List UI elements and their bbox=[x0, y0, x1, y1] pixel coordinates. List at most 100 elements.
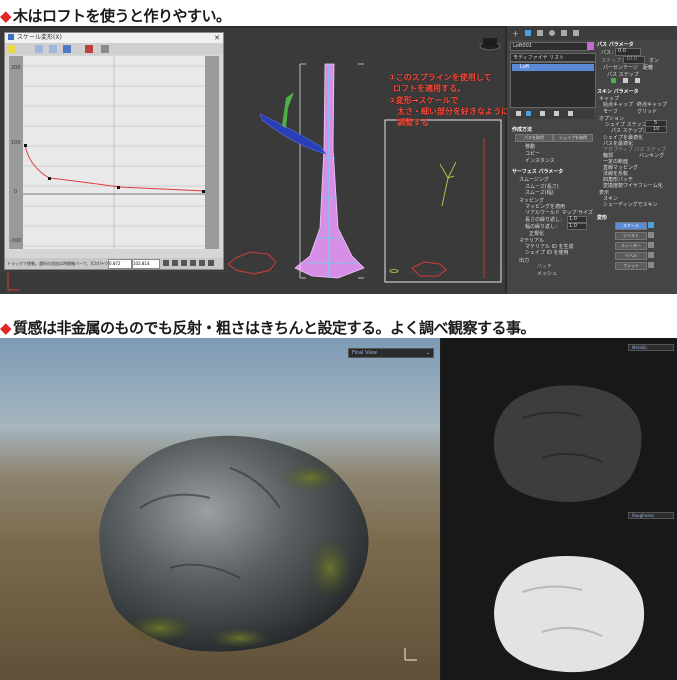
zoom-extents-icon[interactable] bbox=[172, 260, 178, 266]
fit-toggle-icon[interactable] bbox=[648, 262, 654, 268]
close-icon[interactable]: ✕ bbox=[214, 33, 220, 43]
point-x-field[interactable]: 0.872 bbox=[108, 259, 132, 269]
shading-skin-check[interactable]: シェーディングでスキン bbox=[603, 201, 658, 208]
bevel-deform-button[interactable]: ベベル bbox=[615, 252, 647, 260]
lock-icon[interactable] bbox=[8, 45, 16, 53]
patch-radio[interactable]: パッチ bbox=[537, 263, 552, 270]
channel-views: Metallic Roughness bbox=[442, 338, 677, 680]
prev-shape-icon[interactable] bbox=[623, 78, 628, 83]
green-branch-icon bbox=[282, 92, 294, 128]
top-heading: ◆ 木はロフトを使うと作りやすい。 bbox=[0, 5, 231, 26]
create-tab-icon[interactable]: ＋ bbox=[512, 29, 519, 39]
get-path-button[interactable]: パスを取得 bbox=[515, 134, 553, 142]
scale-toggle-icon[interactable] bbox=[648, 222, 654, 228]
snap-on-check[interactable]: オン bbox=[649, 57, 659, 64]
teeter-toggle-icon[interactable] bbox=[648, 242, 654, 248]
window-titlebar[interactable]: スケール変形(X) ✕ bbox=[5, 33, 223, 43]
object-color-swatch[interactable] bbox=[587, 42, 594, 50]
pin-stack-icon[interactable] bbox=[516, 111, 521, 116]
annotation-line-3: ②変形→スケールで bbox=[389, 96, 459, 105]
path-steps-value: 10 bbox=[653, 126, 660, 132]
deform-header[interactable]: 変形 bbox=[597, 214, 607, 221]
opt-check[interactable]: 変換度数ワイヤフレーム化 bbox=[603, 182, 663, 189]
utilities-tab-icon[interactable] bbox=[573, 30, 579, 36]
curve-graph[interactable]: 200 100 0 -100 bbox=[9, 56, 219, 249]
snap-field[interactable]: 10.0 bbox=[623, 56, 645, 64]
stack-item-loft[interactable]: Loft bbox=[512, 64, 594, 71]
distance-radio[interactable]: 距離 bbox=[643, 64, 653, 71]
insert-point-icon[interactable] bbox=[63, 45, 71, 53]
zoom-region-icon[interactable] bbox=[208, 260, 214, 266]
remove-modifier-icon[interactable] bbox=[554, 111, 559, 116]
zoom-vertical-icon[interactable] bbox=[190, 260, 196, 266]
show-end-result-icon[interactable] bbox=[526, 111, 531, 116]
delete-point-icon[interactable] bbox=[85, 45, 93, 53]
cap-start-check[interactable]: 始点キャップ bbox=[603, 101, 633, 108]
curve-point bbox=[48, 177, 51, 180]
copy-radio[interactable]: コピー bbox=[525, 150, 540, 157]
twist-toggle-icon[interactable] bbox=[648, 232, 654, 238]
pan-icon[interactable] bbox=[163, 260, 169, 266]
path-steps-field[interactable]: 10 bbox=[645, 126, 667, 133]
teeter-deform-button[interactable]: ティーター bbox=[615, 242, 647, 250]
loft-trunk-icon bbox=[294, 63, 365, 279]
viewer-mode-dropdown[interactable]: Final View ⌄ bbox=[348, 348, 434, 358]
next-shape-icon[interactable] bbox=[635, 78, 640, 83]
object-name-field[interactable]: Loft001 bbox=[510, 42, 589, 51]
pick-shape-icon[interactable] bbox=[611, 78, 616, 83]
diamond-bullet-icon: ◆ bbox=[0, 7, 12, 25]
normalize-check[interactable]: 正規化 bbox=[529, 230, 544, 237]
bottom-heading-text: 質感は非金属のものでも反射・粗さはきちんと設定する。よく調べ観察する事。 bbox=[13, 319, 536, 337]
grid-radio[interactable]: グリッド bbox=[637, 108, 657, 115]
width-repeat-field[interactable]: 1.0 bbox=[567, 223, 587, 230]
get-shape-button[interactable]: シェイプを取得 bbox=[553, 134, 593, 142]
modifier-stack[interactable]: Loft bbox=[510, 62, 596, 108]
hierarchy-tab-icon[interactable] bbox=[537, 30, 543, 36]
make-unique-icon[interactable] bbox=[540, 111, 545, 116]
axis-gizmo-icon bbox=[7, 272, 20, 291]
rock-render bbox=[99, 435, 417, 661]
mesh-radio[interactable]: メッシュ bbox=[537, 270, 557, 277]
zoom-icon[interactable] bbox=[199, 260, 205, 266]
modifier-list-dropdown[interactable]: モディファイヤ リスト bbox=[510, 53, 596, 62]
modify-tab-icon[interactable] bbox=[525, 30, 531, 36]
point-y-field[interactable]: 102.814 bbox=[132, 259, 160, 269]
metallic-preview bbox=[493, 385, 642, 502]
configure-sets-icon[interactable] bbox=[568, 111, 573, 116]
bevel-toggle-icon[interactable] bbox=[648, 252, 654, 258]
viewport[interactable]: ①このスプラインを使用して ロフトを適用する。 ②変形→スケールで 太さ・細い部… bbox=[0, 28, 509, 294]
twist-deform-button[interactable]: ツイスト bbox=[615, 232, 647, 240]
zoom-horizontal-icon[interactable] bbox=[181, 260, 187, 266]
path-steps-radio[interactable]: パス ステップ bbox=[607, 71, 639, 78]
viewcube-icon bbox=[479, 38, 501, 51]
move-radio[interactable]: 移動 bbox=[525, 143, 535, 150]
scale-deform-window[interactable]: スケール変形(X) ✕ 200 100 0 -100 ドラッグで移動。選択の追加… bbox=[4, 32, 224, 270]
path-params-header[interactable]: パス パラメータ bbox=[597, 41, 634, 48]
reset-curve-icon[interactable] bbox=[101, 45, 109, 53]
3d-viewport[interactable]: Final View ⌄ bbox=[0, 338, 440, 680]
morph-radio[interactable]: モーフ bbox=[603, 108, 618, 115]
motion-tab-icon[interactable] bbox=[549, 30, 555, 36]
path-field[interactable]: 0.0 bbox=[615, 48, 641, 56]
cap-end-check[interactable]: 終点キャップ bbox=[637, 101, 667, 108]
annotation-line-4: 太さ・細い部分を好きなように bbox=[397, 107, 509, 116]
path-label: パス： bbox=[601, 50, 617, 56]
fit-deform-button[interactable]: フィット bbox=[615, 262, 647, 270]
skin-params-header[interactable]: スキン パラメータ bbox=[597, 88, 638, 95]
smooth-width-check[interactable]: スムーズ(幅) bbox=[525, 189, 554, 196]
scale-deform-button[interactable]: スケール bbox=[615, 222, 647, 230]
width-repeat-label: 幅の繰り返し： bbox=[525, 224, 561, 230]
length-repeat-label: 長さの繰り返し： bbox=[525, 217, 566, 223]
use-shape-id-check[interactable]: シェイプ ID を使用 bbox=[525, 249, 569, 256]
length-repeat-field[interactable]: 1.0 bbox=[567, 216, 587, 223]
instance-radio[interactable]: インスタンス bbox=[525, 157, 555, 164]
move-point-icon[interactable] bbox=[35, 45, 43, 53]
scale-point-icon[interactable] bbox=[49, 45, 57, 53]
percentage-radio[interactable]: パーセンテージ bbox=[603, 64, 638, 71]
surface-params-header[interactable]: サーフェス パラメータ bbox=[512, 168, 563, 175]
opt-check[interactable]: バンキング bbox=[639, 152, 664, 159]
material-screenshot: Final View ⌄ Metallic Roughness bbox=[0, 338, 677, 680]
display-tab-icon[interactable] bbox=[561, 30, 567, 36]
creation-method-header[interactable]: 作成方法 bbox=[512, 126, 532, 133]
real-world-check[interactable]: リアルワールド マップ サイズ bbox=[525, 209, 593, 216]
